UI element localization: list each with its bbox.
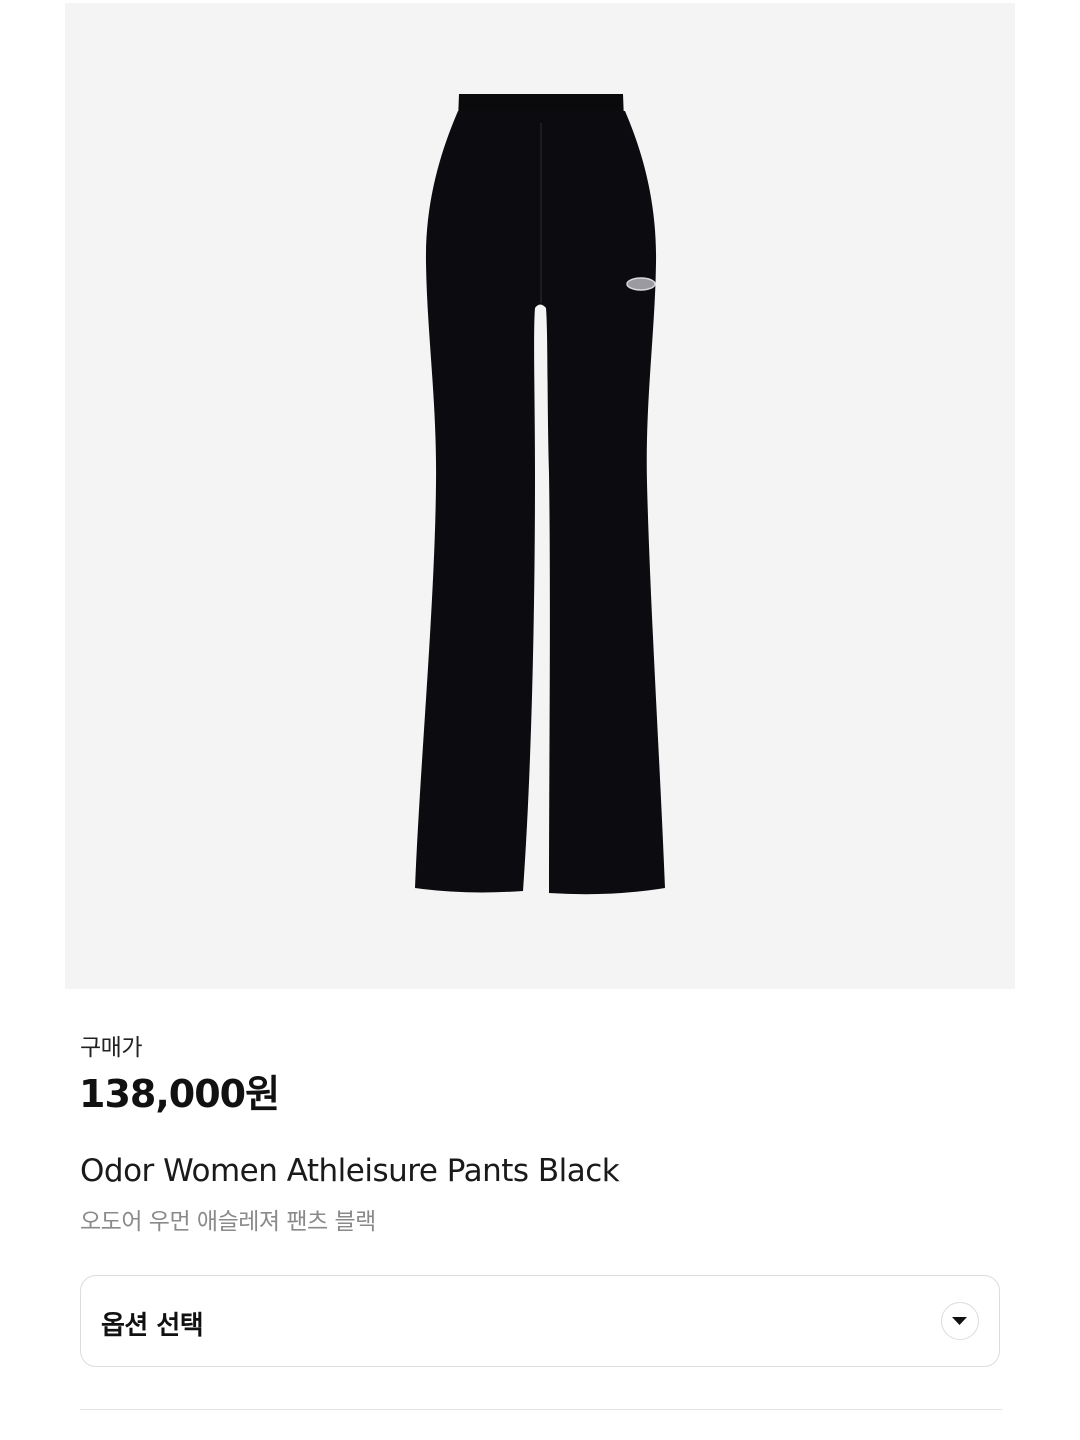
price-label: 구매가 [80,1035,142,1061]
product-name-korean: 오도어 우먼 애슬레져 팬츠 블랙 [80,1209,376,1235]
logo-patch-icon [626,277,656,291]
price-value: 138,000원 [79,1072,280,1116]
product-detail-page: 구매가 138,000원 Odor Women Athleisure Pants… [0,0,1080,1440]
chevron-down-icon[interactable] [941,1302,979,1340]
product-image[interactable] [65,3,1015,989]
option-select-dropdown[interactable]: 옵션 선택 [80,1275,1000,1367]
pants-illustration [415,94,665,895]
product-name-english: Odor Women Athleisure Pants Black [80,1153,620,1189]
section-divider [80,1409,1002,1410]
option-select-label: 옵션 선택 [101,1311,204,1341]
